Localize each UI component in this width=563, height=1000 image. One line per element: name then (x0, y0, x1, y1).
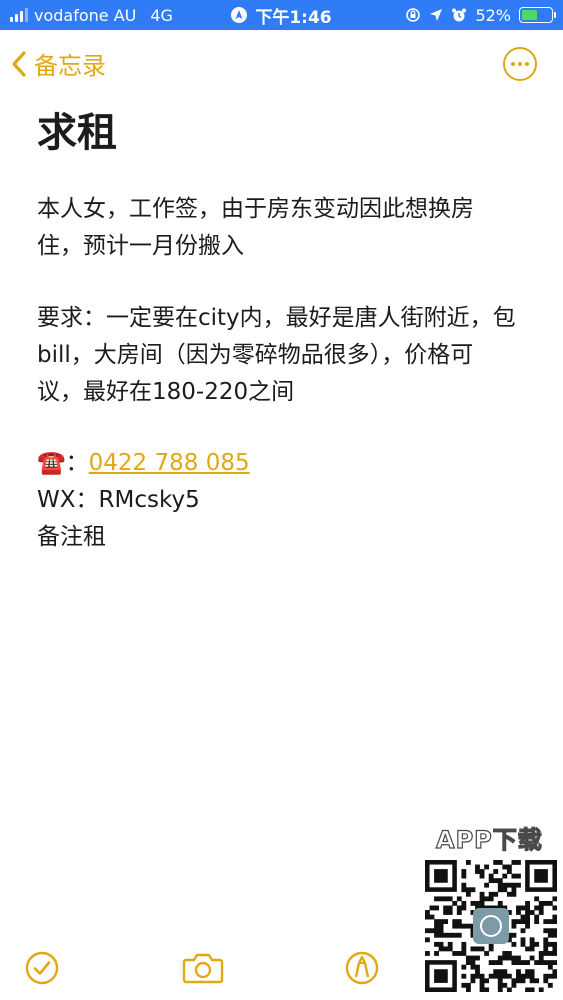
back-button[interactable]: 备忘录 (10, 46, 106, 81)
footer-line[interactable]: 备注租 (37, 519, 250, 556)
nav-bar: 备忘录 (0, 30, 563, 98)
battery-icon (519, 7, 556, 23)
status-bar: vodafone AU 4G 下午1:46 52% (0, 0, 563, 30)
phone-separator: ： (65, 450, 89, 476)
qr-logo (473, 908, 509, 944)
note-paragraph[interactable]: 本人女，工作签，由于房东变动因此想换房住，预计一月份搬入 (37, 191, 517, 265)
phone-line: ☎️ ： 0422 788 085 (37, 445, 250, 482)
telephone-icon: ☎️ (37, 450, 66, 476)
alarm-icon (452, 8, 467, 22)
ellipsis-circle-icon (511, 62, 515, 66)
location-icon (430, 9, 443, 21)
markup-button[interactable] (342, 948, 382, 988)
back-label: 备忘录 (34, 52, 106, 80)
status-right: 52% (405, 0, 556, 30)
note-paragraph[interactable]: 要求：一定要在city内，最好是唐人街附近，包bill，大房间（因为零碎物品很多… (37, 300, 517, 411)
checklist-icon (25, 951, 59, 985)
battery-fill (522, 10, 537, 20)
app-download-label[interactable]: APP下载 (435, 820, 543, 855)
battery-percent: 52% (475, 5, 511, 25)
contact-block: ☎️ ： 0422 788 085 WX：RMcsky5 备注租 (37, 445, 250, 556)
navigation-app-icon (231, 7, 248, 23)
note-title[interactable]: 求租 (37, 100, 117, 158)
bottom-toolbar (0, 940, 563, 1000)
status-time: 下午1:46 (255, 7, 332, 28)
camera-icon (182, 953, 224, 984)
markup-pen-icon (345, 951, 379, 985)
wechat-line[interactable]: WX：RMcsky5 (37, 482, 250, 519)
chevron-left-icon (12, 50, 26, 77)
camera-button[interactable] (181, 948, 225, 988)
checklist-button[interactable] (22, 948, 62, 988)
orientation-lock-icon (406, 8, 421, 22)
phone-number-link[interactable]: 0422 788 085 (89, 445, 250, 482)
more-button[interactable] (503, 47, 537, 81)
